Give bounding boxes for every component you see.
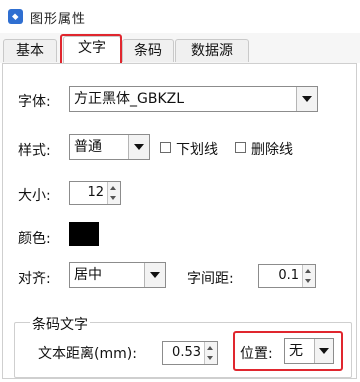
barcode-text-group-title: 条码文字 [30,314,90,334]
strikethrough-label: 删除线 [251,142,293,158]
title-bar: 图形属性 [0,0,360,33]
arrow-down-icon[interactable] [207,356,213,360]
size-stepper[interactable]: 12 [69,181,121,205]
window-title: 图形属性 [30,12,87,27]
font-label: 字体: [18,94,51,110]
arrow-down-icon[interactable] [110,196,116,200]
underline-label: 下划线 [176,142,218,158]
text-distance-stepper[interactable]: 0.53 [162,341,218,365]
size-label: 大小: [18,188,51,204]
size-value: 12 [87,185,104,200]
style-select[interactable]: 普通 [69,134,150,160]
align-select[interactable]: 居中 [69,262,166,288]
font-dropdown-button[interactable] [296,87,317,111]
arrow-up-icon[interactable] [110,186,116,190]
strikethrough-checkbox[interactable] [235,142,246,153]
position-highlight [233,331,343,371]
chevron-down-icon [150,272,160,278]
color-swatch[interactable] [69,222,99,246]
font-value: 方正黑体_GBKZL [74,91,185,107]
arrow-up-icon[interactable] [207,346,213,350]
font-select[interactable]: 方正黑体_GBKZL [69,86,318,112]
underline-checkbox[interactable] [160,142,171,153]
text-distance-label: 文本距离(mm): [38,346,137,362]
text-distance-value: 0.53 [172,345,201,360]
align-label: 对齐: [18,271,51,287]
spacing-stepper[interactable]: 0.1 [258,264,316,288]
spacing-stepper-arrows[interactable] [302,265,315,287]
arrow-down-icon[interactable] [305,279,311,283]
spacing-label: 字间距: [187,271,234,287]
tab-strip: 基本 文字 条码 数据源 [0,33,360,64]
chevron-down-icon [302,96,312,102]
align-value: 居中 [74,267,102,283]
tab-basic[interactable]: 基本 [3,39,57,62]
chevron-down-icon [134,144,144,150]
app-icon [8,9,23,24]
style-value: 普通 [74,139,102,155]
tab-barcode[interactable]: 条码 [122,39,174,62]
style-dropdown-button[interactable] [128,135,149,159]
style-label: 样式: [18,143,51,159]
arrow-up-icon[interactable] [305,269,311,273]
tab-datasource[interactable]: 数据源 [175,39,249,62]
align-dropdown-button[interactable] [144,263,165,287]
color-label: 颜色: [18,231,51,247]
text-distance-stepper-arrows[interactable] [204,342,217,364]
spacing-value: 0.1 [278,268,299,283]
size-stepper-arrows[interactable] [107,182,120,204]
